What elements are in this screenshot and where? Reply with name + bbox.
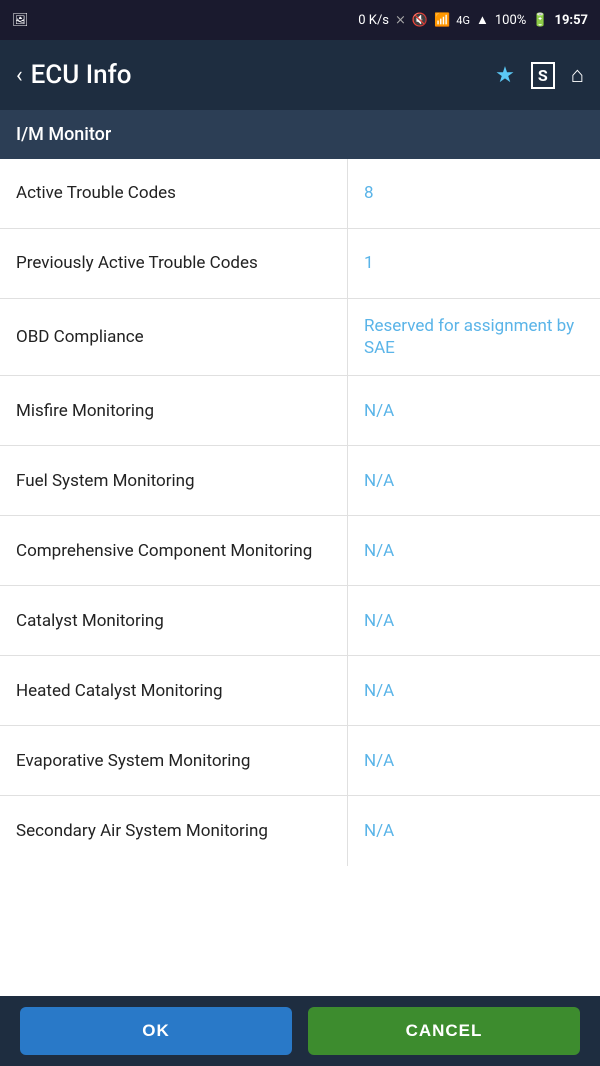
table-row: Secondary Air System MonitoringN/A <box>0 796 600 866</box>
ok-button[interactable]: OK <box>20 1007 292 1055</box>
table-row: Fuel System MonitoringN/A <box>0 446 600 516</box>
table-row: Previously Active Trouble Codes1 <box>0 229 600 299</box>
row-value-0: 8 <box>348 159 600 228</box>
row-label-6: Catalyst Monitoring <box>0 586 348 655</box>
footer: OK CANCEL <box>0 996 600 1066</box>
table-row: Evaporative System MonitoringN/A <box>0 726 600 796</box>
bluetooth-icon: ⨯ <box>395 13 406 28</box>
table-row: Comprehensive Component MonitoringN/A <box>0 516 600 586</box>
row-label-2: OBD Compliance <box>0 299 348 375</box>
speed-indicator: 0 K/s <box>358 13 389 28</box>
table-row: Heated Catalyst MonitoringN/A <box>0 656 600 726</box>
content-area: Active Trouble Codes8Previously Active T… <box>0 159 600 1001</box>
row-value-6: N/A <box>348 586 600 655</box>
row-label-3: Misfire Monitoring <box>0 376 348 445</box>
volume-icon: 🔇 <box>412 13 428 28</box>
screenshot-icon: 🖼 <box>12 13 29 28</box>
status-bar-right: 0 K/s ⨯ 🔇 📶 4G ▲ 100% 🔋 19:57 <box>358 12 588 28</box>
network-indicator: 4G <box>456 14 470 27</box>
status-bar-left: 🖼 <box>12 13 29 28</box>
row-label-7: Heated Catalyst Monitoring <box>0 656 348 725</box>
row-label-1: Previously Active Trouble Codes <box>0 229 348 298</box>
row-value-1: 1 <box>348 229 600 298</box>
s-icon[interactable]: S <box>531 62 555 89</box>
app-header: ‹ ECU Info ★ S ⌂ <box>0 40 600 110</box>
page-title: ECU Info <box>31 60 132 90</box>
table-row: OBD ComplianceReserved for assignment by… <box>0 299 600 376</box>
time-display: 19:57 <box>555 13 589 28</box>
row-value-7: N/A <box>348 656 600 725</box>
row-value-3: N/A <box>348 376 600 445</box>
wifi-icon: 📶 <box>434 13 450 28</box>
status-bar: 🖼 0 K/s ⨯ 🔇 📶 4G ▲ 100% 🔋 19:57 <box>0 0 600 40</box>
row-value-9: N/A <box>348 796 600 866</box>
row-label-8: Evaporative System Monitoring <box>0 726 348 795</box>
row-label-4: Fuel System Monitoring <box>0 446 348 515</box>
bluetooth-header-icon[interactable]: ★ <box>495 63 515 88</box>
section-header: I/M Monitor <box>0 110 600 159</box>
table-row: Catalyst MonitoringN/A <box>0 586 600 656</box>
battery-icon: 🔋 <box>532 13 548 28</box>
monitor-table: Active Trouble Codes8Previously Active T… <box>0 159 600 866</box>
table-row: Active Trouble Codes8 <box>0 159 600 229</box>
back-button[interactable]: ‹ <box>16 63 23 88</box>
signal-icon: ▲ <box>476 12 489 28</box>
cancel-button[interactable]: CANCEL <box>308 1007 580 1055</box>
row-value-4: N/A <box>348 446 600 515</box>
header-left: ‹ ECU Info <box>16 60 132 90</box>
table-row: Misfire MonitoringN/A <box>0 376 600 446</box>
row-value-2: Reserved for assignment by SAE <box>348 299 600 375</box>
home-icon[interactable]: ⌂ <box>571 62 584 88</box>
row-value-5: N/A <box>348 516 600 585</box>
row-label-5: Comprehensive Component Monitoring <box>0 516 348 585</box>
header-icons: ★ S ⌂ <box>495 62 584 89</box>
section-header-label: I/M Monitor <box>16 124 111 145</box>
row-label-0: Active Trouble Codes <box>0 159 348 228</box>
battery-indicator: 100% <box>495 13 526 28</box>
row-value-8: N/A <box>348 726 600 795</box>
row-label-9: Secondary Air System Monitoring <box>0 796 348 866</box>
